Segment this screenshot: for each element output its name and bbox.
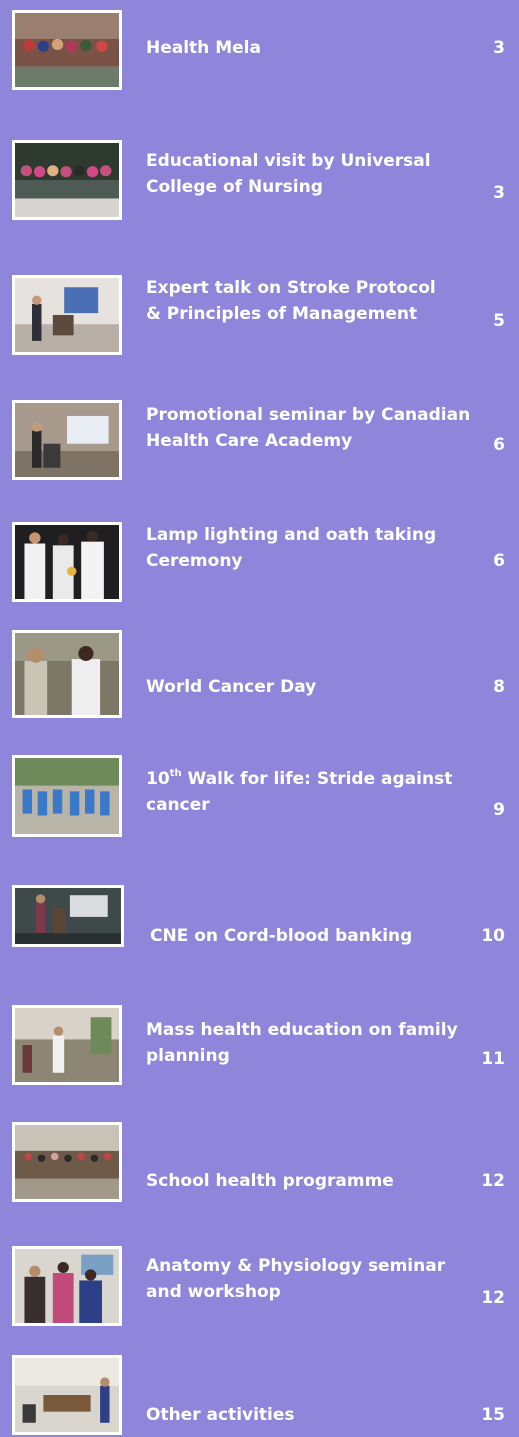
toc-title: Mass health education on family planning xyxy=(146,1020,458,1066)
toc-title: World Cancer Day xyxy=(146,677,317,697)
toc-page-number: 12 xyxy=(481,1171,505,1191)
toc-title: Educational visit by Universal College o… xyxy=(146,151,431,197)
toc-page-number: 11 xyxy=(481,1049,505,1069)
toc-page-number: 12 xyxy=(481,1288,505,1308)
toc-title: Other activities xyxy=(146,1405,295,1425)
toc-title: CNE on Cord-blood banking xyxy=(150,926,413,946)
toc-page-number: 9 xyxy=(493,800,505,820)
event-photo-thumbnail xyxy=(12,630,122,718)
toc-title: Anatomy & Physiology seminar and worksho… xyxy=(146,1256,446,1302)
toc-title: School health programme xyxy=(146,1171,394,1191)
event-photo-thumbnail xyxy=(12,1246,122,1326)
event-photo-thumbnail xyxy=(12,1005,122,1085)
event-photo-thumbnail xyxy=(12,140,122,220)
toc-title: Lamp lighting and oath taking Ceremony xyxy=(146,525,437,571)
toc-title: 10th Walk for life: Stride against cance… xyxy=(146,768,453,815)
event-photo-thumbnail xyxy=(12,1122,122,1202)
toc-title: Promotional seminar by Canadian Health C… xyxy=(146,405,471,451)
event-photo-thumbnail xyxy=(12,885,124,947)
toc-page-number: 8 xyxy=(493,677,505,697)
event-photo-thumbnail xyxy=(12,1355,122,1435)
event-photo-thumbnail xyxy=(12,400,122,480)
toc-page-number: 10 xyxy=(481,926,505,946)
toc-page-number: 3 xyxy=(493,38,505,58)
toc-title: Health Mela xyxy=(146,38,261,58)
toc-page-number: 3 xyxy=(493,183,505,203)
toc-page-number: 15 xyxy=(481,1405,505,1425)
event-photo-thumbnail xyxy=(12,755,122,837)
toc-page-number: 6 xyxy=(493,551,505,571)
event-photo-thumbnail xyxy=(12,522,122,602)
toc-page-number: 5 xyxy=(493,311,505,331)
toc-page-number: 6 xyxy=(493,435,505,455)
toc-title: Expert talk on Stroke Protocol & Princip… xyxy=(146,278,436,324)
event-photo-thumbnail xyxy=(12,275,122,355)
event-photo-thumbnail xyxy=(12,10,122,90)
